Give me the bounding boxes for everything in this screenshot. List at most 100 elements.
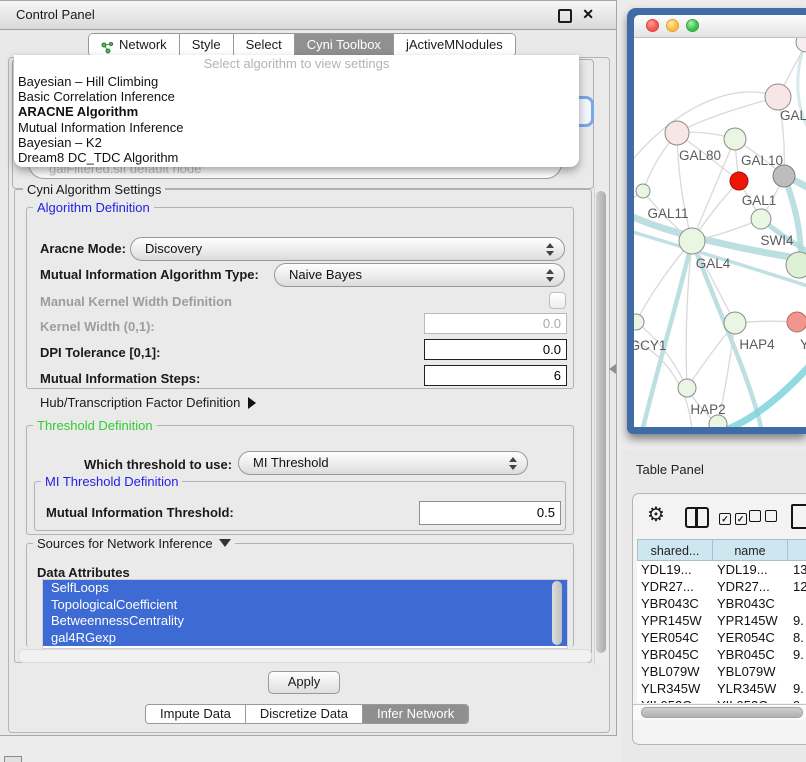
network-node[interactable] [751, 209, 771, 229]
network-node[interactable] [665, 121, 689, 145]
kernel-width-input[interactable]: 0.0 [424, 313, 567, 334]
settings-hscrollbar-track[interactable] [18, 649, 592, 663]
gear-icon[interactable]: ⚙ [647, 502, 665, 527]
network-node[interactable] [787, 312, 806, 332]
attribute-item[interactable]: gal4RGexp [43, 630, 567, 647]
column-header[interactable]: A [787, 539, 806, 561]
column-header[interactable]: shared... [637, 539, 713, 561]
network-node[interactable] [678, 379, 696, 397]
data-attributes-list[interactable]: SelfLoopsTopologicalCoefficientBetweenne… [42, 579, 568, 649]
table-body: YDL19...YDL19...13YDR27...YDR27...12YBR0… [637, 561, 806, 703]
expand-right-icon[interactable] [248, 397, 256, 409]
tab-cyni-toolbox[interactable]: Cyni Toolbox [295, 34, 394, 56]
checked-box-icon: ✓ [719, 513, 731, 525]
dropdown-option[interactable]: Basic Correlation Inference [14, 89, 579, 104]
minimize-traffic-light-icon[interactable] [666, 19, 679, 32]
network-node[interactable] [724, 128, 746, 150]
close-icon[interactable]: ✕ [582, 6, 594, 23]
column-header[interactable]: name [712, 539, 788, 561]
tab-jactivemnodules[interactable]: jActiveMNodules [394, 34, 515, 56]
dropdown-option[interactable]: Bayesian – Hill Climbing [14, 74, 579, 89]
unselect-all-checks-icon[interactable] [749, 510, 777, 525]
dropdown-option[interactable]: Mutual Information Inference [14, 120, 579, 135]
network-node[interactable] [730, 172, 748, 190]
tab-select[interactable]: Select [234, 34, 295, 56]
network-node[interactable] [765, 84, 791, 110]
apply-button[interactable]: Apply [268, 671, 340, 694]
dropdown-option-selected[interactable]: ARACNE Algorithm [14, 104, 579, 119]
table-row[interactable]: YDL19...YDL19...13 [637, 561, 806, 578]
combo-arrows-icon [546, 269, 554, 282]
network-node-label: GAL80 [679, 148, 721, 163]
export-table-icon[interactable] [791, 504, 806, 529]
table-row[interactable]: YBR045CYBR045C9. [637, 646, 806, 663]
network-node-label: GAL [780, 108, 806, 123]
tab-infer-network[interactable]: Infer Network [363, 705, 468, 723]
mi-steps-input[interactable]: 6 [424, 365, 567, 386]
table-cell: YIL052C [713, 697, 789, 703]
aracne-mode-combobox[interactable]: Discovery [130, 237, 565, 261]
table-hscrollbar-thumb[interactable] [641, 707, 803, 718]
attributes-list-scrollbar[interactable] [552, 581, 562, 645]
manual-kernel-width-checkbox[interactable] [549, 292, 566, 309]
network-node-label: GAL10 [741, 153, 783, 168]
attribute-item[interactable]: SelfLoops [43, 580, 567, 597]
dropdown-prompt: Select algorithm to view settings [14, 56, 579, 72]
float-window-icon[interactable] [558, 9, 572, 23]
table-cell: YLR345W [713, 680, 789, 697]
table-row[interactable]: YLR345WYLR345W9. [637, 680, 806, 697]
tab-label: Style [192, 34, 221, 56]
settings-vscrollbar-thumb[interactable] [596, 191, 606, 653]
table-row[interactable]: YBR043CYBR043C [637, 595, 806, 612]
network-view-window[interactable]: GALGAL80GAL10GAL1GAL11GAL4SWI4GCY1HAP4YH… [627, 8, 806, 434]
splitter-collapse-icon[interactable] [609, 364, 616, 374]
network-node-label: HAP4 [739, 337, 775, 352]
close-traffic-light-icon[interactable] [646, 19, 659, 32]
columns-icon[interactable] [685, 507, 709, 528]
network-node[interactable] [796, 38, 806, 52]
tab-style[interactable]: Style [180, 34, 234, 56]
control-panel-titlebar[interactable]: Control Panel ✕ [0, 1, 616, 30]
network-node[interactable] [773, 165, 795, 187]
table-row[interactable]: YER054CYER054C8. [637, 629, 806, 646]
tab-impute-data[interactable]: Impute Data [146, 705, 246, 723]
table-cell: YBL079W [713, 663, 789, 680]
network-window-titlebar[interactable] [634, 15, 806, 38]
hub-definition-expander[interactable]: Hub/Transcription Factor Definition [40, 395, 256, 410]
node-table: shared...nameA YDL19...YDL19...13YDR27..… [637, 539, 806, 703]
which-threshold-label: Which threshold to use: [84, 457, 232, 472]
table-row[interactable]: YBL079WYBL079W [637, 663, 806, 680]
table-cell: YBL079W [637, 663, 713, 680]
mi-algorithm-type-combobox[interactable]: Naive Bayes [274, 263, 565, 287]
table-row[interactable]: YDR27...YDR27...12 [637, 578, 806, 595]
zoom-traffic-light-icon[interactable] [686, 19, 699, 32]
dpi-tolerance-label: DPI Tolerance [0,1]: [40, 345, 160, 360]
mi-threshold-input[interactable]: 0.5 [419, 501, 561, 525]
network-node[interactable] [724, 312, 746, 334]
combo-arrows-icon [509, 457, 517, 470]
network-node-label: GCY1 [634, 338, 666, 353]
network-node[interactable] [679, 228, 705, 254]
dropdown-option[interactable]: Dream8 DC_TDC Algorithm [14, 150, 579, 165]
table-cell: YER054C [637, 629, 713, 646]
which-threshold-combobox[interactable]: MI Threshold [238, 451, 528, 475]
collapse-down-icon[interactable] [219, 539, 231, 547]
network-node-label: SWI4 [760, 233, 793, 248]
network-node[interactable] [636, 184, 650, 198]
table-hscrollbar-track[interactable] [633, 704, 806, 720]
select-all-checks-icon[interactable]: ✓ ✓ [719, 510, 747, 525]
dpi-tolerance-input[interactable]: 0.0 [424, 339, 567, 360]
table-row[interactable]: YIL052CYIL052C9. [637, 697, 806, 703]
algorithm-definition-title: Algorithm Definition [33, 200, 154, 215]
tab-network[interactable]: Network [89, 34, 180, 56]
tab-discretize-data[interactable]: Discretize Data [246, 705, 363, 723]
table-cell [789, 595, 806, 612]
network-canvas[interactable]: GALGAL80GAL10GAL1GAL11GAL4SWI4GCY1HAP4YH… [634, 38, 806, 427]
attribute-item[interactable]: BetweennessCentrality [43, 613, 567, 630]
table-cell: YBR045C [713, 646, 789, 663]
dropdown-items: Bayesian – Hill Climbing Basic Correlati… [14, 74, 579, 165]
attribute-item[interactable]: TopologicalCoefficient [43, 597, 567, 614]
table-row[interactable]: YPR145WYPR145W9. [637, 612, 806, 629]
dropdown-option[interactable]: Bayesian – K2 [14, 135, 579, 150]
sources-group-title[interactable]: Sources for Network Inference [33, 536, 235, 551]
